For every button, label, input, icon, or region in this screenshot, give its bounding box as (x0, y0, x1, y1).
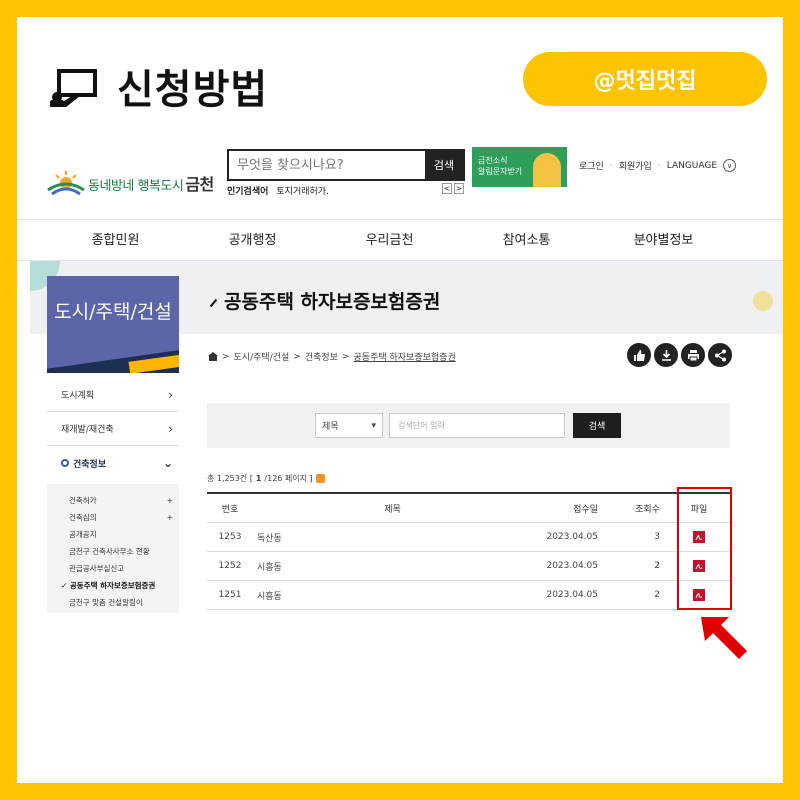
rss-icon[interactable] (315, 474, 325, 483)
print-icon[interactable] (681, 343, 705, 367)
popular-label: 인기검색어 (227, 187, 269, 197)
sms-banner[interactable]: 금천소식 알림문자받기 (472, 147, 567, 187)
presentation-icon (50, 69, 97, 107)
site-logo[interactable]: 동네방네 행복도시 금천 (47, 170, 214, 196)
chevron-right-icon: › (168, 387, 173, 402)
decoration (753, 291, 773, 311)
top-links: 로그인 · 회원가입 · LANGUAGE ∨ (579, 159, 737, 172)
plus-icon: + (166, 496, 173, 505)
table-row[interactable]: 1252 시흥동 2023.04.05 2 (207, 552, 730, 581)
page-tools (627, 343, 732, 367)
nav-item[interactable]: 참여소통 (458, 220, 595, 260)
submenu-item[interactable]: 관급공사부실신고 (47, 560, 179, 577)
list-search-area: 제목 ▾ 검색단어 입력 검색 (207, 403, 730, 448)
logo-text: 동네방네 행복도시 (88, 179, 184, 194)
author-handle: @멋집멋집 (523, 52, 767, 106)
logo-city: 금천 (185, 175, 214, 194)
main-nav: 종합민원 공개행정 우리금천 참여소통 분야별정보 (17, 219, 783, 261)
total-count: 총 1,253건 [1/126 페이지 ] (207, 473, 325, 484)
home-icon[interactable] (208, 352, 218, 361)
keyword-input[interactable]: 검색단어 입력 (389, 413, 565, 438)
breadcrumb: > 도시/주택/건설 > 건축정보 > 공동주택 하자보증보험증권 (208, 350, 456, 363)
nav-item[interactable]: 분야별정보 (595, 220, 732, 260)
breadcrumb-item[interactable]: 도시/주택/건설 (234, 350, 290, 363)
popular-searches: 인기검색어 토지거래허가. (227, 184, 329, 197)
active-dot-icon (61, 458, 69, 467)
side-menu-item[interactable]: 도시계획 › (47, 378, 179, 412)
submenu-item[interactable]: 건축허가 + (47, 492, 179, 509)
like-icon[interactable] (627, 343, 651, 367)
page-title: 공동주택 하자보증보험증권 (209, 287, 440, 314)
results-table: 번호 제목 접수일 조회수 파일 1253 독산동 2023.04.05 3 1… (207, 492, 730, 610)
popular-nav: < > (442, 183, 464, 194)
side-title-box: 도시/주택/건설 (47, 276, 179, 373)
card: 신청방법 @멋집멋집 동네방네 행복도시금천 검색 인기검색어 토지거래허가. <… (17, 17, 783, 783)
table-row[interactable]: 1251 시흥동 2023.04.05 2 (207, 581, 730, 610)
download-icon[interactable] (654, 343, 678, 367)
submenu-item[interactable]: 금천구 건축사사무소 현황 (47, 543, 179, 560)
person-phone-icon (533, 153, 561, 187)
nav-item[interactable]: 종합민원 (47, 220, 184, 260)
popular-term[interactable]: 토지거래허가. (276, 187, 329, 197)
global-search-input[interactable] (229, 151, 425, 179)
nav-item[interactable]: 공개행정 (184, 220, 321, 260)
sun-logo-icon (47, 171, 85, 196)
global-search-button[interactable]: 검색 (425, 151, 463, 179)
submenu-item-current[interactable]: ✓ 공동주택 하자보증보험증권 (47, 577, 179, 594)
language-link[interactable]: LANGUAGE (667, 161, 717, 171)
table-row[interactable]: 1253 독산동 2023.04.05 3 (207, 523, 730, 552)
side-menu: 도시계획 › 재개발/재건축 › 건축정보 ⌄ 건축허가 + 건축심의 + 공개공지 금천… (47, 378, 179, 613)
side-menu-item[interactable]: 재개발/재건축 › (47, 412, 179, 446)
next-arrow-icon[interactable]: > (454, 183, 464, 194)
nav-item[interactable]: 우리금천 (321, 220, 458, 260)
login-link[interactable]: 로그인 (579, 159, 604, 172)
file-column-highlight (677, 487, 732, 610)
search-field-select[interactable]: 제목 ▾ (315, 413, 383, 438)
submenu-item[interactable]: 금천구 맞춤 건설알림이 (47, 594, 179, 611)
dropdown-arrow-icon: ▾ (371, 420, 376, 431)
breadcrumb-item[interactable]: 건축정보 (305, 350, 338, 363)
card-title: 신청방법 (117, 67, 269, 113)
list-search-button[interactable]: 검색 (573, 413, 621, 438)
table-header: 번호 제목 접수일 조회수 파일 (207, 494, 730, 523)
chevron-down-icon[interactable]: ∨ (723, 159, 737, 172)
submenu-item[interactable]: 공개공지 (47, 526, 179, 543)
side-menu-item-active[interactable]: 건축정보 ⌄ (47, 446, 179, 480)
arrow-up-left-icon (701, 617, 747, 659)
submenu-item[interactable]: 건축심의 + (47, 509, 179, 526)
breadcrumb-current[interactable]: 공동주택 하자보증보험증권 (354, 350, 456, 363)
plus-icon: + (166, 513, 173, 522)
chevron-right-icon: › (168, 421, 173, 436)
side-title: 도시/주택/건설 (54, 301, 172, 323)
prev-arrow-icon[interactable]: < (442, 183, 452, 194)
signup-link[interactable]: 회원가입 (619, 159, 652, 172)
side-submenu: 건축허가 + 건축심의 + 공개공지 금천구 건축사사무소 현황 관급공사부실신고 … (47, 484, 179, 613)
share-icon[interactable] (708, 343, 732, 367)
chevron-down-icon: ⌄ (162, 456, 173, 470)
global-search: 검색 (227, 149, 465, 181)
